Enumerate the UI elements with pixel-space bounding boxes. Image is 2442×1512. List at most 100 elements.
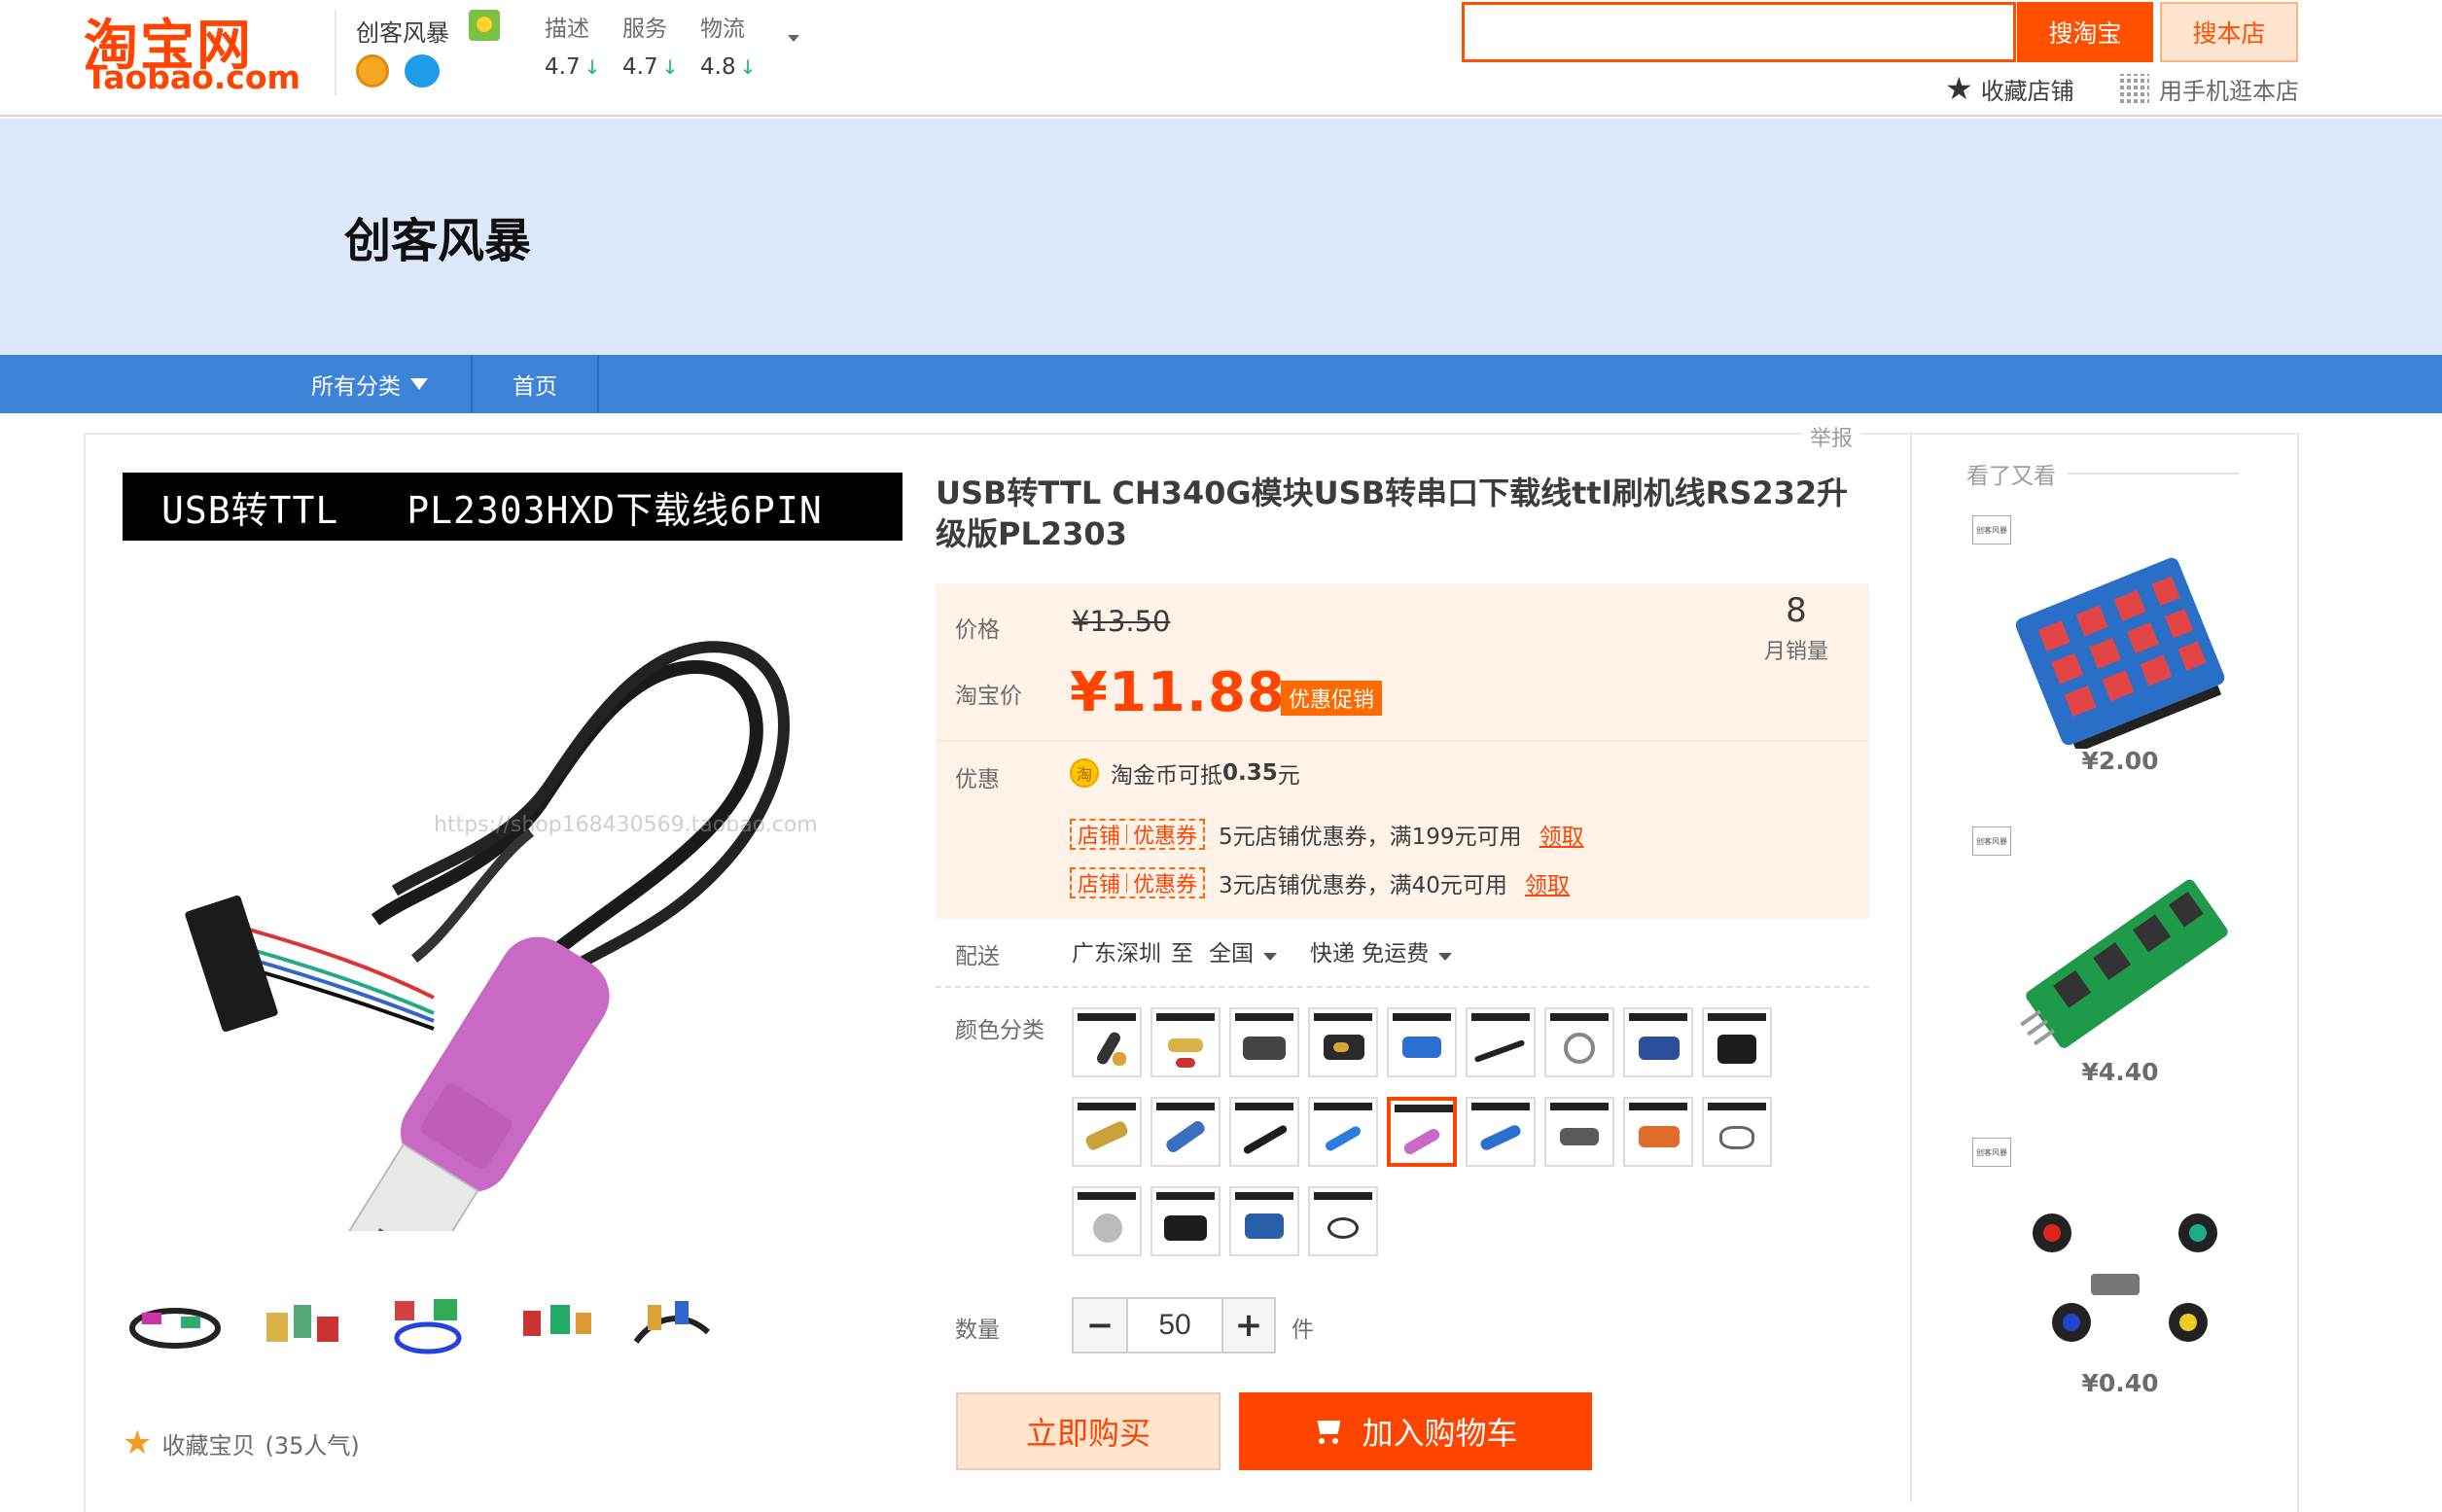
report-link[interactable]: 举报 xyxy=(1802,421,1860,452)
price-label: 价格 xyxy=(955,617,1000,643)
color-swatch[interactable] xyxy=(1072,1186,1142,1256)
recommend-item-image xyxy=(2033,1213,2217,1342)
nav-divider xyxy=(597,355,599,413)
color-swatch[interactable] xyxy=(1150,1007,1221,1077)
color-swatch[interactable] xyxy=(1466,1007,1536,1077)
shop-badge-icon[interactable] xyxy=(469,10,500,41)
thumbnail-image xyxy=(523,1305,591,1336)
color-swatch[interactable] xyxy=(1150,1097,1221,1167)
quantity-input[interactable] xyxy=(1126,1297,1223,1354)
shipping-row: 配送 广东深圳 至 全国 快递 免运费 xyxy=(936,933,1869,988)
coin-value: 0.35 xyxy=(1222,760,1278,786)
nav-home[interactable]: 首页 xyxy=(473,355,597,413)
recommend-item-price: ¥0.40 xyxy=(2081,1369,2159,1397)
monthly-sales-count: 8 xyxy=(1786,591,1807,630)
claim-coupon-link[interactable]: 领取 xyxy=(1525,866,1570,899)
search-box xyxy=(1462,2,2016,62)
chevron-down-icon[interactable] xyxy=(788,35,799,42)
color-swatch[interactable] xyxy=(1702,1097,1772,1167)
thumbnail-image xyxy=(129,1308,221,1349)
shop-info: 创客风暴 xyxy=(356,10,512,97)
recommend-item[interactable]: 创客风暴 ¥2.00 xyxy=(1964,515,2256,797)
image-watermark: https://shop168430569.taobao.com xyxy=(434,813,818,837)
coupon-tag: 店铺 优惠券 xyxy=(1070,819,1206,850)
color-swatch-selected[interactable] xyxy=(1387,1097,1457,1167)
ship-to-dropdown[interactable]: 全国 xyxy=(1209,934,1277,967)
favorite-item-link[interactable]: ★ 收藏宝贝 (35人气) xyxy=(123,1424,360,1462)
price-panel: 价格 ¥13.50 淘宝价 ¥11.88 优惠促销 8 月销量 优惠 淘 淘金币… xyxy=(936,583,1869,919)
color-swatch[interactable] xyxy=(1308,1186,1378,1256)
down-arrow-icon: ↓ xyxy=(584,55,601,79)
color-swatch[interactable] xyxy=(1387,1007,1457,1077)
ship-from: 广东深圳 xyxy=(1072,941,1161,967)
color-swatch[interactable] xyxy=(1544,1097,1614,1167)
discount-label: 优惠 xyxy=(955,767,1000,792)
color-swatch[interactable] xyxy=(1623,1007,1693,1077)
rating-value: 4.8 ↓ xyxy=(700,54,757,80)
main-product-image[interactable]: USB转TTL PL2303HXD下载线6PIN https://shop168… xyxy=(123,473,902,1231)
thumbnail[interactable] xyxy=(619,1283,724,1365)
coupon-row: 店铺 优惠券 5元店铺优惠券，满199元可用 领取 xyxy=(1070,817,1584,852)
color-swatch[interactable] xyxy=(1308,1097,1378,1167)
color-swatch[interactable] xyxy=(1229,1186,1299,1256)
rating-logistics: 物流 4.8 ↓ xyxy=(700,10,778,80)
star-icon: ★ xyxy=(1945,70,1973,107)
color-swatch[interactable] xyxy=(1072,1007,1142,1077)
shop-mini-logo: 创客风暴 xyxy=(1972,826,2011,856)
shop-name[interactable]: 创客风暴 xyxy=(356,14,449,48)
thumbnail[interactable] xyxy=(123,1283,228,1365)
coin-icon: 淘 xyxy=(1070,758,1099,788)
thumbnail-image xyxy=(633,1301,711,1344)
buy-now-button[interactable]: 立即购买 xyxy=(956,1392,1221,1470)
add-to-cart-label: 加入购物车 xyxy=(1362,1415,1518,1452)
rating-description: 描述 4.7 ↓ xyxy=(545,10,622,80)
color-swatch[interactable] xyxy=(1150,1186,1221,1256)
down-arrow-icon: ↓ xyxy=(739,55,757,79)
color-option-label: 颜色分类 xyxy=(955,1018,1044,1043)
color-swatch[interactable] xyxy=(1072,1097,1142,1167)
color-swatch[interactable] xyxy=(1466,1097,1536,1167)
quantity-increase-button[interactable]: + xyxy=(1221,1297,1276,1354)
recommend-title-label: 看了又看 xyxy=(1966,464,2056,489)
mobile-shop-link[interactable]: 用手机逛本店 xyxy=(2120,72,2299,105)
quantity-decrease-button[interactable]: − xyxy=(1072,1297,1128,1354)
down-arrow-icon: ↓ xyxy=(661,55,679,79)
favorite-shop-link[interactable]: ★ 收藏店铺 xyxy=(1945,70,2074,107)
qr-code-icon xyxy=(2120,74,2149,103)
rating-value: 4.7 ↓ xyxy=(545,54,601,80)
favorite-shop-label: 收藏店铺 xyxy=(1980,77,2074,105)
monthly-sales-label: 月销量 xyxy=(1763,640,1828,664)
color-swatch[interactable] xyxy=(1702,1007,1772,1077)
recommend-item[interactable]: 创客风暴 ¥0.40 xyxy=(1964,1138,2256,1420)
crown-icon[interactable] xyxy=(356,54,389,88)
thumbnail[interactable] xyxy=(249,1283,354,1365)
thumbnail[interactable] xyxy=(375,1283,480,1365)
monthly-sales: 8 月销量 xyxy=(1743,591,1850,665)
nav-all-categories-label: 所有分类 xyxy=(311,374,401,400)
taobao-logo[interactable]: 淘宝网 Taobao.com xyxy=(84,2,301,99)
add-to-cart-button[interactable]: 加入购物车 xyxy=(1239,1392,1592,1470)
search-input[interactable] xyxy=(1470,9,1957,55)
color-swatch[interactable] xyxy=(1623,1097,1693,1167)
claim-coupon-link[interactable]: 领取 xyxy=(1540,818,1584,851)
color-swatch[interactable] xyxy=(1308,1007,1378,1077)
nav-all-categories[interactable]: 所有分类 xyxy=(268,355,471,413)
thumbnail-strip xyxy=(123,1283,745,1371)
shop-ratings[interactable]: 描述 4.7 ↓ 服务 4.7 ↓ 物流 4.8 ↓ xyxy=(545,10,807,97)
ship-fee-dropdown[interactable]: 快递 免运费 xyxy=(1310,934,1453,967)
image-title-bar: USB转TTL PL2303HXD下载线6PIN xyxy=(123,473,902,541)
chevron-down-icon xyxy=(1263,953,1277,961)
shipping-label: 配送 xyxy=(955,944,1000,969)
rating-value: 4.7 ↓ xyxy=(622,54,679,80)
search-taobao-button[interactable]: 搜淘宝 xyxy=(2017,2,2153,62)
water-drop-icon[interactable] xyxy=(405,54,440,88)
thumbnail[interactable] xyxy=(502,1283,607,1365)
color-swatch[interactable] xyxy=(1544,1007,1614,1077)
color-swatch[interactable] xyxy=(1229,1007,1299,1077)
color-swatch[interactable] xyxy=(1229,1097,1299,1167)
recommend-item[interactable]: 创客风暴 ¥4.40 xyxy=(1964,826,2256,1108)
rating-label: 描述 xyxy=(545,17,589,42)
promo-tag: 优惠促销 xyxy=(1281,681,1383,716)
search-shop-button[interactable]: 搜本店 xyxy=(2160,2,2298,62)
rating-label: 物流 xyxy=(700,17,745,42)
